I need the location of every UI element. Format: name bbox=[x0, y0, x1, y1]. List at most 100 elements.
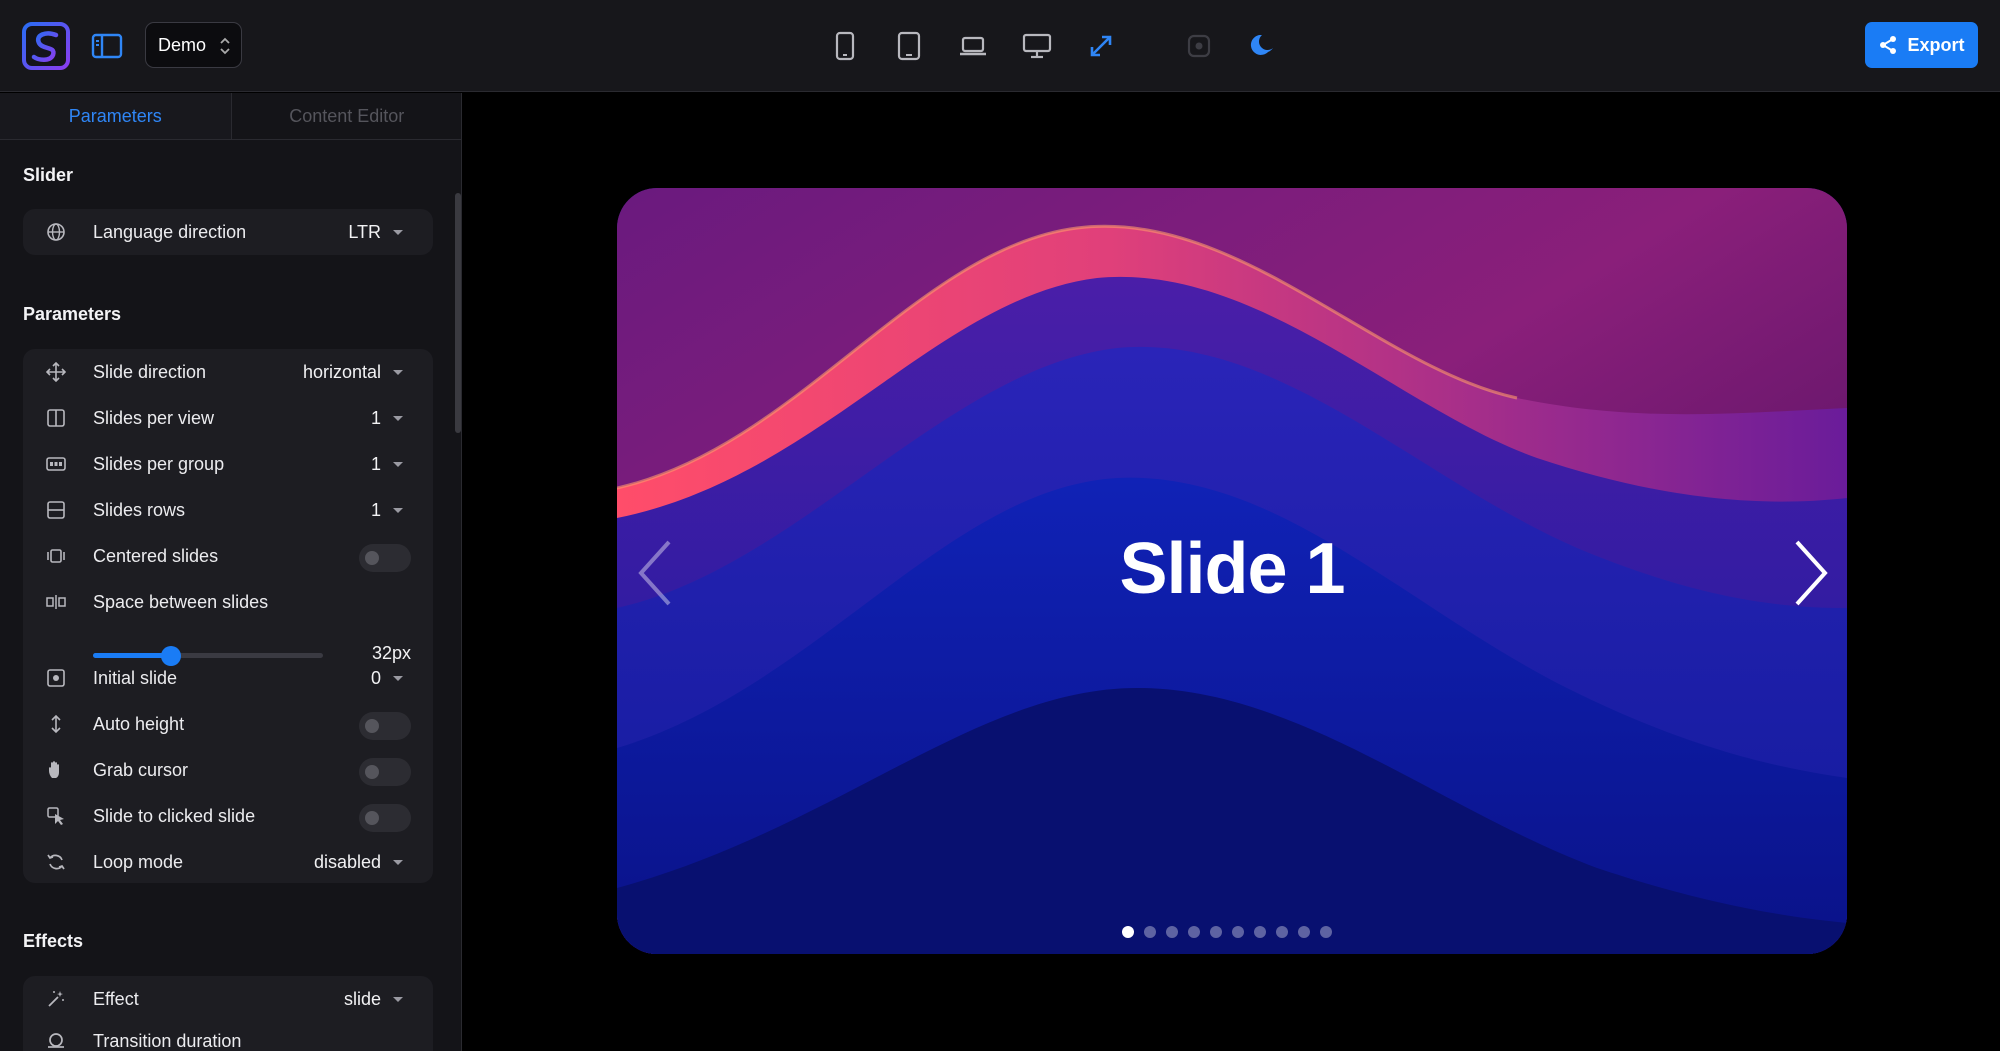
section-title-slider: Slider bbox=[23, 165, 74, 185]
slider-preview[interactable]: Slide 1 bbox=[617, 188, 1847, 954]
slides-per-group-row[interactable]: Slides per group 1 bbox=[23, 441, 433, 487]
loop-mode-label: Loop mode bbox=[93, 852, 184, 872]
snail-icon bbox=[48, 1033, 64, 1048]
pagination-dot[interactable] bbox=[1254, 926, 1266, 938]
pagination-dot[interactable] bbox=[1232, 926, 1244, 938]
sidebar-tabs: Parameters Content Editor bbox=[0, 93, 462, 140]
pagination-dot[interactable] bbox=[1188, 926, 1200, 938]
centered-slides-icon bbox=[47, 549, 65, 563]
slide-to-clicked-label: Slide to clicked slide bbox=[93, 806, 256, 826]
slide-direction-label: Slide direction bbox=[93, 362, 207, 382]
pagination-dot[interactable] bbox=[1144, 926, 1156, 938]
effect-row[interactable]: Effect slide bbox=[23, 976, 433, 1022]
initial-slide-value[interactable]: 0 bbox=[371, 668, 381, 689]
pagination-dot[interactable] bbox=[1276, 926, 1288, 938]
caret-down-icon bbox=[393, 997, 403, 1002]
tab-parameters[interactable]: Parameters bbox=[0, 93, 231, 139]
pagination-dot[interactable] bbox=[1320, 926, 1332, 938]
top-toolbar: Demo Export bbox=[0, 0, 2000, 92]
slides-rows-label: Slides rows bbox=[93, 500, 186, 520]
caret-down-icon bbox=[393, 416, 403, 421]
auto-height-toggle[interactable] bbox=[359, 712, 411, 740]
sidebar-scrollbar[interactable] bbox=[455, 193, 461, 433]
chevron-up-down-icon bbox=[220, 37, 230, 55]
slides-per-view-row[interactable]: Slides per view 1 bbox=[23, 395, 433, 441]
pagination-dot[interactable] bbox=[1122, 926, 1134, 938]
space-between-label: Space between slides bbox=[93, 592, 269, 612]
loop-mode-value[interactable]: disabled bbox=[314, 852, 381, 873]
pagination-dot[interactable] bbox=[1166, 926, 1178, 938]
grab-cursor-toggle[interactable] bbox=[359, 758, 411, 786]
move-arrows-icon bbox=[46, 362, 66, 382]
demo-select[interactable]: Demo bbox=[145, 22, 242, 68]
centered-slides-row: Centered slides bbox=[23, 533, 433, 579]
initial-slide-row[interactable]: Initial slide 0 bbox=[23, 655, 433, 701]
desktop-icon bbox=[1022, 33, 1052, 59]
slide-to-clicked-row: Slide to clicked slide bbox=[23, 793, 433, 839]
prev-arrow-icon[interactable] bbox=[635, 538, 679, 608]
slides-per-view-label: Slides per view bbox=[93, 408, 215, 428]
slides-rows-row[interactable]: Slides rows 1 bbox=[23, 487, 433, 533]
grab-cursor-row: Grab cursor bbox=[23, 747, 433, 793]
slide-direction-value[interactable]: horizontal bbox=[303, 362, 381, 383]
toggle-knob bbox=[365, 811, 379, 825]
caret-down-icon bbox=[393, 860, 403, 865]
section-title-parameters: Parameters bbox=[23, 304, 122, 324]
slider-settings-group: Language direction LTR bbox=[23, 209, 433, 255]
pagination-dot[interactable] bbox=[1298, 926, 1310, 938]
caret-down-icon bbox=[393, 508, 403, 513]
slides-per-group-label: Slides per group bbox=[93, 454, 225, 474]
loop-mode-row[interactable]: Loop mode disabled bbox=[23, 839, 433, 885]
hand-icon bbox=[49, 761, 59, 778]
section-title-effects: Effects bbox=[23, 931, 84, 951]
expand-icon bbox=[1090, 35, 1112, 57]
initial-slide-label: Initial slide bbox=[93, 668, 178, 688]
tablet-view-button[interactable] bbox=[890, 28, 928, 64]
laptop-view-button[interactable] bbox=[954, 28, 992, 64]
tab-content-editor[interactable]: Content Editor bbox=[230, 93, 462, 139]
slides-per-group-value[interactable]: 1 bbox=[371, 454, 381, 475]
demo-select-label: Demo bbox=[158, 34, 207, 55]
space-between-row: Space between slides 32px bbox=[23, 579, 433, 666]
caret-down-icon bbox=[393, 370, 403, 375]
toggle-knob bbox=[365, 719, 379, 733]
effect-value[interactable]: slide bbox=[344, 989, 381, 1010]
theme-toggle-button[interactable] bbox=[1243, 28, 1281, 64]
record-button[interactable] bbox=[1180, 28, 1218, 64]
initial-slide-icon bbox=[47, 669, 65, 687]
transition-duration-label: Transition duration bbox=[93, 1031, 242, 1051]
slide-to-clicked-toggle[interactable] bbox=[359, 804, 411, 832]
slide-direction-row[interactable]: Slide direction horizontal bbox=[23, 349, 433, 395]
centered-slides-toggle[interactable] bbox=[359, 544, 411, 572]
next-arrow-icon[interactable] bbox=[1787, 538, 1831, 608]
transition-duration-row: Transition duration bbox=[23, 1018, 433, 1051]
fullwidth-view-button[interactable] bbox=[1082, 28, 1120, 64]
pagination-dots bbox=[1122, 926, 1332, 942]
pointer-click-icon bbox=[47, 807, 64, 825]
slide-title: Slide 1 bbox=[1119, 529, 1345, 609]
laptop-icon bbox=[960, 36, 986, 56]
effects-group: Effect slide Transition duration bbox=[23, 976, 433, 1051]
space-between-icon bbox=[46, 595, 66, 609]
caret-down-icon bbox=[393, 676, 403, 681]
export-button-label: Export bbox=[1907, 34, 1965, 55]
globe-icon bbox=[47, 223, 65, 241]
language-direction-row[interactable]: Language direction LTR bbox=[23, 209, 433, 255]
caret-down-icon bbox=[393, 462, 403, 467]
toggle-knob bbox=[365, 551, 379, 565]
auto-height-row: Auto height bbox=[23, 701, 433, 747]
columns-icon bbox=[47, 409, 65, 427]
tablet-icon bbox=[897, 31, 921, 61]
language-direction-value[interactable]: LTR bbox=[348, 222, 381, 243]
pagination-dot[interactable] bbox=[1210, 926, 1222, 938]
desktop-view-button[interactable] bbox=[1018, 28, 1056, 64]
rows-icon bbox=[47, 501, 65, 519]
auto-height-label: Auto height bbox=[93, 714, 185, 734]
phone-view-button[interactable] bbox=[826, 28, 864, 64]
sidebar-toggle-icon[interactable] bbox=[90, 30, 124, 62]
toggle-knob bbox=[365, 765, 379, 779]
slides-per-view-value[interactable]: 1 bbox=[371, 408, 381, 429]
grab-cursor-label: Grab cursor bbox=[93, 760, 189, 780]
export-button[interactable]: Export bbox=[1865, 22, 1978, 68]
slides-rows-value[interactable]: 1 bbox=[371, 500, 381, 521]
